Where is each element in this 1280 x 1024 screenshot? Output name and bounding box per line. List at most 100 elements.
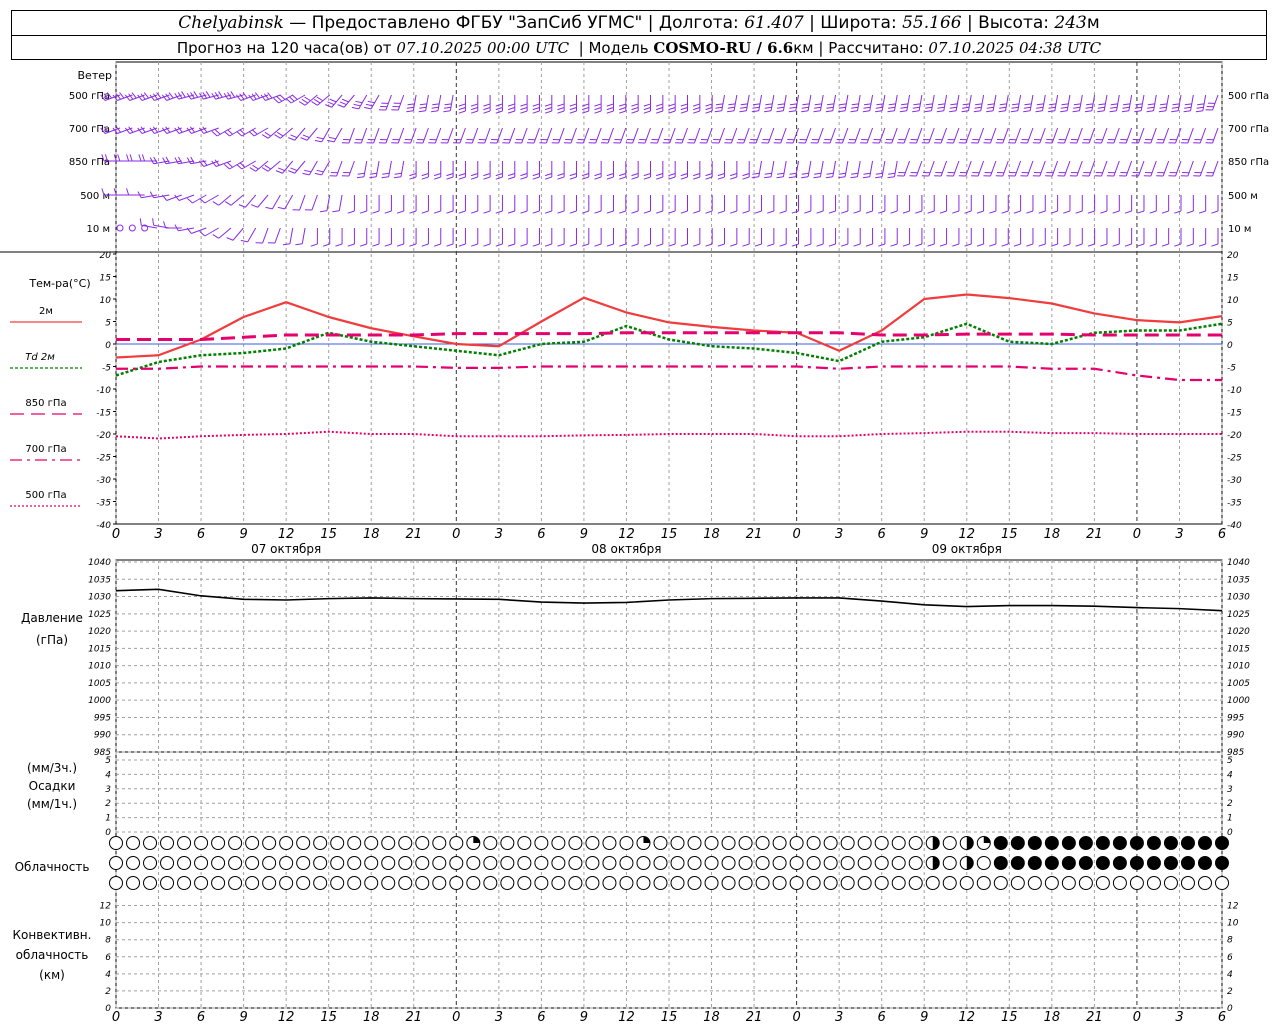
wind-barb	[1212, 160, 1219, 177]
cloud-circle	[160, 836, 175, 850]
wind-barb-feather	[777, 103, 785, 106]
wind-barb-feather	[656, 243, 663, 247]
wind-barb-feather	[291, 94, 298, 100]
wind-barb-feather	[337, 104, 345, 108]
wind-barb-feather	[507, 243, 515, 247]
wind-barb	[1002, 127, 1009, 144]
press-tick-left: 1035	[88, 575, 111, 585]
wind-barb-feather	[406, 106, 414, 109]
conv-tick-left: 2	[105, 987, 111, 997]
wind-barb-feather	[789, 106, 797, 109]
wind-barb	[980, 94, 985, 111]
wind-barb	[1017, 94, 1022, 111]
wind-barb-feather	[764, 172, 772, 175]
wind-barb-feather	[1060, 106, 1068, 109]
wind-barb-feather	[174, 157, 179, 165]
wind-barb	[192, 194, 207, 204]
wind-barb-feather	[742, 210, 750, 214]
wind-barb	[928, 160, 935, 177]
wind-barb-feather	[483, 176, 491, 180]
wind-barb-feather	[656, 173, 663, 177]
press-tick-left: 990	[94, 731, 111, 741]
wind-barb-feather	[693, 210, 700, 214]
wind-barb	[400, 160, 405, 177]
press-tick-left: 1020	[88, 627, 111, 637]
hour-label-mid: 15	[1001, 527, 1018, 542]
wind-barb-feather	[1038, 243, 1046, 247]
wind-barb	[856, 160, 861, 177]
wind-barb-feather	[727, 106, 735, 109]
cloud-circle	[755, 836, 770, 850]
wind-barb	[360, 127, 368, 144]
wind-barb	[447, 127, 454, 144]
cloud-circle	[704, 856, 719, 870]
wind-barb	[1140, 94, 1145, 111]
wind-barb	[930, 94, 935, 111]
wind-barb-feather	[304, 96, 311, 102]
wind-barb	[459, 127, 466, 144]
wind-barb-feather	[1047, 110, 1055, 113]
wind-barb-feather	[1137, 243, 1145, 247]
wind-barb	[437, 94, 442, 111]
cloud-circle	[160, 876, 175, 890]
wind-barb-feather	[458, 110, 466, 114]
date-label: 07 октября	[251, 542, 321, 556]
cloud-circle	[1197, 856, 1212, 870]
legend-label-t2m: 2м	[39, 306, 53, 317]
wind-barb	[869, 94, 874, 111]
cloud-circle	[1146, 876, 1161, 890]
wind-barb-feather	[520, 210, 528, 214]
wind-barb-feather	[902, 210, 910, 214]
cloud-circle	[534, 836, 549, 850]
wind-barb-feather	[569, 176, 577, 180]
cloud-circle	[585, 876, 600, 890]
cloud-circle	[143, 876, 158, 890]
wind-barb	[294, 160, 306, 174]
wind-barb-feather	[777, 106, 785, 109]
cloud-circle	[959, 876, 974, 890]
wind-barb-feather	[212, 201, 220, 206]
hour-label-mid: 0	[1133, 527, 1141, 542]
legend-label-t850: 850 гПа	[25, 398, 66, 409]
wind-barb-feather	[714, 110, 722, 113]
cloud-circle	[143, 836, 158, 850]
wind-barb	[915, 160, 923, 177]
wind-barb-feather	[419, 103, 427, 106]
wind-barb	[1125, 160, 1133, 177]
wind-barb	[1177, 94, 1182, 111]
press-tick-left: 1005	[88, 679, 111, 689]
temp-tick-left: -20	[96, 431, 111, 441]
cloud-circle	[568, 836, 583, 850]
wind-barb-feather	[715, 106, 723, 109]
wind-barb-feather	[433, 176, 441, 180]
temp-tick-left: -35	[96, 499, 111, 509]
wind-barb	[271, 194, 281, 210]
cloud-circle	[653, 836, 668, 850]
wind-barb	[1175, 127, 1182, 144]
wind-barb-feather	[853, 243, 861, 247]
wind-barb	[856, 94, 861, 111]
wind-barb-feather	[264, 164, 272, 170]
hour-label-mid: 21	[746, 527, 763, 542]
wind-barb-feather	[804, 210, 812, 214]
wind-barb-feather	[353, 103, 361, 107]
wind-barb-feather	[619, 107, 626, 111]
wind-barb	[1128, 94, 1133, 111]
cloud-circle	[177, 876, 192, 890]
wind-barb-feather	[705, 173, 713, 177]
wind-barb-feather	[224, 201, 232, 206]
wind-barb	[1138, 160, 1145, 177]
wind-barb-feather	[631, 176, 639, 180]
wind-barb	[792, 127, 800, 144]
wind-barb-feather	[223, 163, 230, 170]
wind-barb-feather	[656, 107, 663, 111]
wind-barb-feather	[717, 210, 725, 214]
hour-label-mid: 3	[835, 527, 843, 542]
wind-barb	[1027, 127, 1034, 144]
wind-barb-feather	[288, 170, 295, 174]
hour-label-bottom: 21	[405, 1010, 422, 1024]
wind-barb-feather	[1109, 110, 1117, 113]
wind-barb-feather	[1124, 243, 1132, 247]
precip-label-1: (мм/3ч.)	[27, 761, 77, 775]
wind-barb	[166, 194, 182, 201]
